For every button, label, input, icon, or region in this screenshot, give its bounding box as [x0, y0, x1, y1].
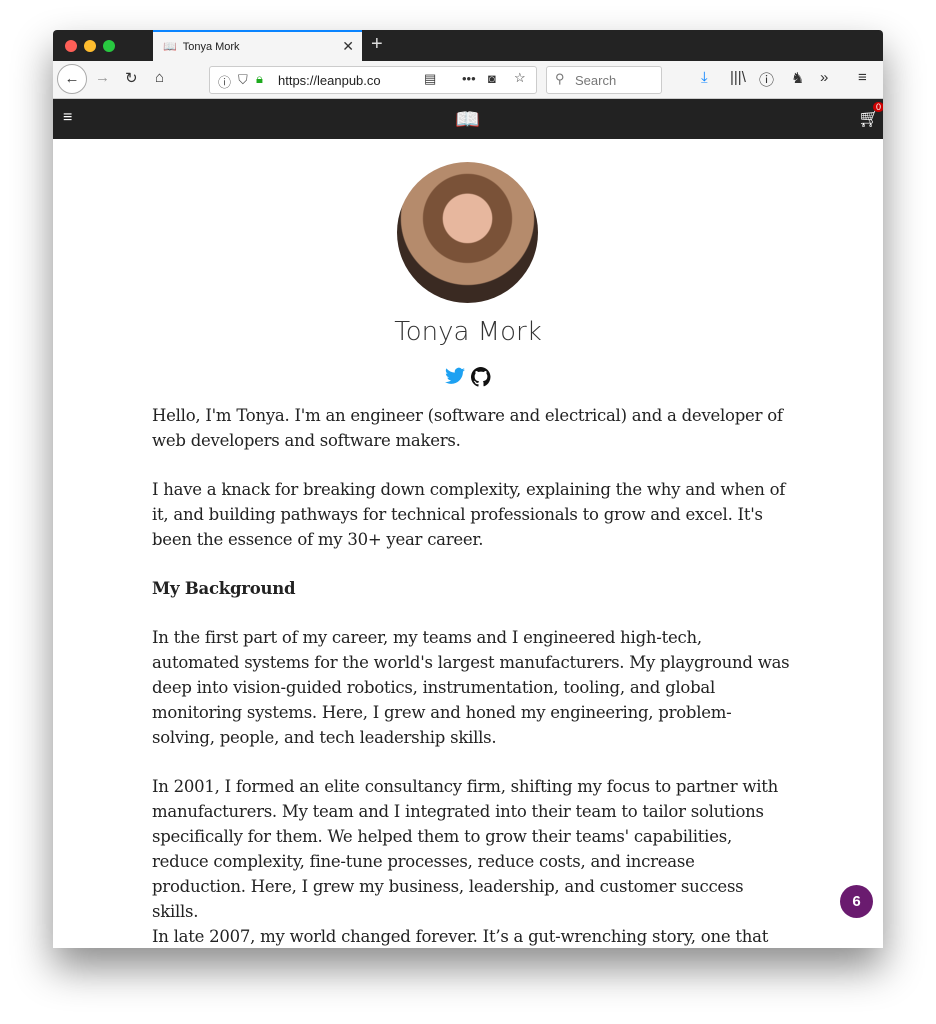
new-tab-button[interactable]: + [371, 33, 383, 56]
avatar [397, 162, 538, 303]
close-window-button[interactable] [65, 40, 77, 52]
pocket-icon[interactable]: ◙ [488, 71, 496, 86]
download-icon[interactable]: ⤓ [701, 69, 708, 86]
evernote-icon[interactable]: ♞ [791, 69, 804, 87]
twitter-icon[interactable] [445, 367, 465, 385]
overflow-icon[interactable]: » [820, 69, 828, 86]
book-icon: 📖 [163, 41, 177, 53]
url-bar[interactable]: ⓘ ⛉ 🔒︎ https://leanpub.co ▤ ••• ◙ ☆ [209, 66, 537, 94]
minimize-window-button[interactable] [84, 40, 96, 52]
tab-active[interactable]: 📖 Tonya Mork ✕ [153, 30, 362, 61]
bio-paragraph: In 2001, I formed an elite consultancy f… [152, 777, 778, 921]
library-icon[interactable]: |||\ [730, 69, 746, 86]
more-icon[interactable]: ••• [462, 71, 476, 86]
shield-icon: ⛉ [238, 72, 248, 87]
github-icon[interactable] [471, 367, 491, 387]
section-heading: My Background [152, 579, 296, 598]
bio-paragraph: In late 2007, my world changed forever. … [152, 924, 768, 948]
reload-button[interactable]: ↻ [125, 69, 138, 87]
bio-paragraph: I have a knack for breaking down complex… [152, 480, 786, 549]
profile-content: Tonya Mork Hello, I'm Tonya. I'm an engi… [53, 139, 883, 948]
cart-count-badge: 0 [873, 102, 883, 112]
tab-bar: 📖 Tonya Mork ✕ + [53, 30, 883, 61]
password-manager-icon[interactable]: ⓘ [759, 69, 774, 90]
leanpub-logo-icon[interactable]: 📖 [455, 107, 480, 132]
nav-toolbar: ← → ↻ ⌂ ⓘ ⛉ 🔒︎ https://leanpub.co ▤ ••• … [53, 61, 883, 99]
social-links [445, 367, 491, 387]
bio-text: Hello, I'm Tonya. I'm an engineer (softw… [152, 403, 792, 948]
site-header: ≡ 📖 🛒︎ 0 [53, 99, 883, 139]
cart-icon[interactable]: 🛒︎ [858, 109, 880, 129]
author-name: Tonya Mork [394, 317, 542, 347]
notification-badge[interactable]: 6 [840, 885, 873, 918]
lock-icon: 🔒︎ [256, 71, 263, 86]
reader-view-icon[interactable]: ▤ [424, 71, 436, 87]
info-icon[interactable]: ⓘ [218, 72, 231, 91]
back-button[interactable]: ← [57, 64, 87, 94]
hamburger-menu-icon[interactable]: ≡ [63, 109, 72, 127]
maximize-window-button[interactable] [103, 40, 115, 52]
star-icon[interactable]: ☆ [514, 70, 526, 86]
close-tab-icon[interactable]: ✕ [342, 38, 354, 55]
forward-button[interactable]: → [95, 69, 110, 86]
bio-paragraph: In the first part of my career, my teams… [152, 628, 790, 747]
search-input[interactable]: ⚲ Search [546, 66, 662, 94]
search-icon: ⚲ [555, 71, 565, 86]
bio-paragraph: Hello, I'm Tonya. I'm an engineer (softw… [152, 406, 783, 450]
browser-window: 📖 Tonya Mork ✕ + ← → ↻ ⌂ ⓘ ⛉ 🔒︎ https://le… [53, 30, 883, 948]
menu-icon[interactable]: ≡ [858, 69, 867, 86]
home-button[interactable]: ⌂ [155, 69, 164, 86]
